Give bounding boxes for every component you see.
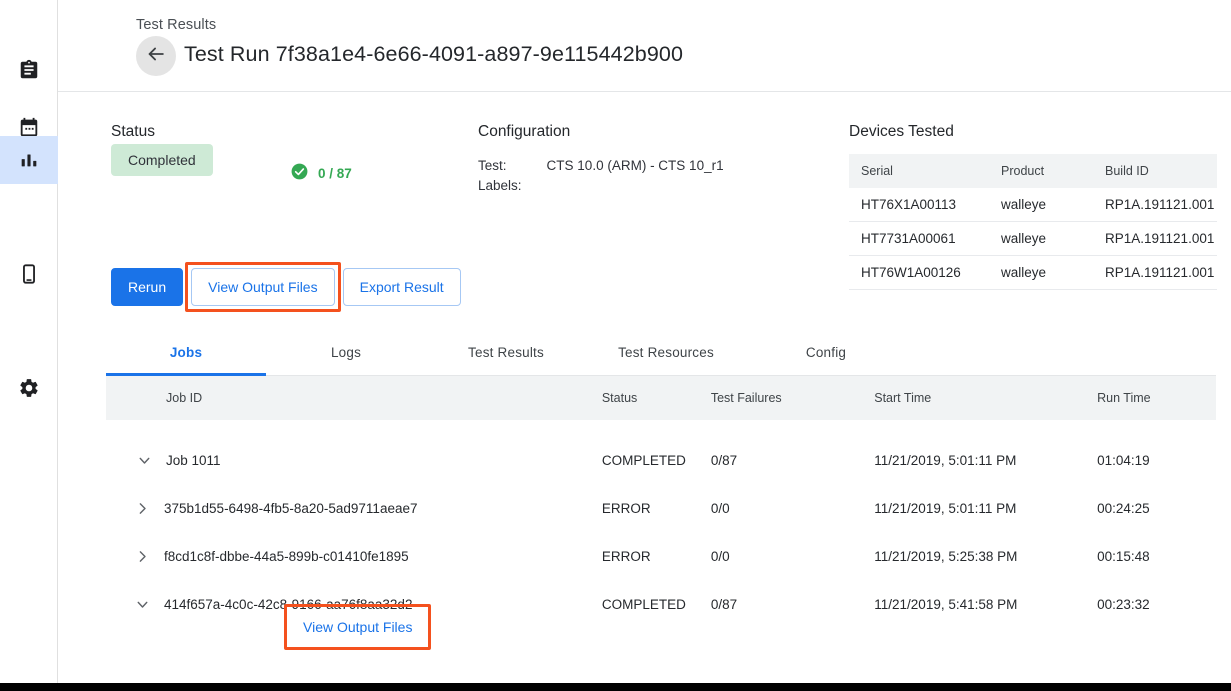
job-start-time: 11/21/2019, 5:41:58 PM [874, 597, 1097, 612]
table-row: HT76X1A00113 walleye RP1A.191121.001 [849, 188, 1217, 222]
table-row: HT7731A00061 walleye RP1A.191121.001 [849, 222, 1217, 256]
arrow-left-icon [145, 43, 167, 70]
back-button[interactable] [136, 36, 176, 76]
sidebar-item-devices[interactable] [0, 250, 58, 298]
job-start-time: 11/21/2019, 5:25:38 PM [874, 549, 1097, 564]
job-start-time: 11/21/2019, 5:01:11 PM [874, 501, 1097, 516]
job-test-failures: 0/0 [711, 501, 874, 516]
job-run-time: 00:15:48 [1097, 549, 1216, 564]
view-output-files-highlight: View Output Files [185, 262, 340, 312]
check-circle-icon [290, 162, 309, 184]
table-row[interactable]: 375b1d55-6498-4fb5-8a20-5ad9711aeae7 ERR… [106, 484, 1216, 532]
job-run-time: 00:24:25 [1097, 501, 1216, 516]
tab-logs[interactable]: Logs [266, 329, 426, 375]
page-header: Test Results Test Run 7f38a1e4-6e66-4091… [58, 0, 1231, 92]
table-row[interactable]: f8cd1c8f-dbbe-44a5-899b-c01410fe1895 ERR… [106, 532, 1216, 580]
left-nav-rail [0, 0, 58, 683]
calendar-icon [18, 116, 40, 138]
tab-test-resources[interactable]: Test Resources [586, 329, 746, 375]
breadcrumb[interactable]: Test Results [136, 17, 216, 33]
phone-icon [18, 263, 40, 285]
chevron-right-icon[interactable] [128, 542, 156, 570]
job-status: ERROR [602, 501, 711, 516]
main-content: Status Completed 0 / 87 Configuration Te… [58, 92, 1231, 683]
export-result-button[interactable]: Export Result [343, 268, 461, 306]
devices-tested-heading: Devices Tested [849, 123, 954, 141]
status-badge: Completed [111, 144, 213, 176]
device-serial: HT76W1A00126 [849, 256, 989, 290]
config-value: CTS 10.0 (ARM) - CTS 10_r1 [547, 156, 724, 176]
view-output-files-button[interactable]: View Output Files [191, 268, 334, 306]
device-build-id: RP1A.191121.001 [1093, 256, 1217, 290]
bottom-bar [0, 683, 1231, 691]
config-value [547, 176, 724, 196]
config-key: Test: [478, 156, 547, 176]
sidebar-item-settings[interactable] [0, 364, 58, 412]
device-serial: HT76X1A00113 [849, 188, 989, 222]
device-build-id: RP1A.191121.001 [1093, 188, 1217, 222]
jobs-col-test-failures: Test Failures [711, 391, 874, 405]
job-view-output-files-highlight: View Output Files [284, 604, 431, 650]
job-id: f8cd1c8f-dbbe-44a5-899b-c01410fe1895 [164, 549, 409, 564]
job-id: Job 1011 [166, 453, 221, 468]
config-key: Labels: [478, 176, 547, 196]
device-product: walleye [989, 222, 1093, 256]
clipboard-icon [18, 59, 40, 81]
jobs-col-run-time: Run Time [1097, 391, 1216, 405]
jobs-table: Job ID Status Test Failures Start Time R… [106, 376, 1216, 628]
job-start-time: 11/21/2019, 5:01:11 PM [874, 453, 1097, 468]
device-product: walleye [989, 188, 1093, 222]
job-id: 375b1d55-6498-4fb5-8a20-5ad9711aeae7 [164, 501, 417, 516]
status-heading: Status [111, 123, 155, 141]
devices-header-row: Serial Product Build ID [849, 154, 1217, 188]
devices-col-build-id: Build ID [1093, 154, 1217, 188]
sidebar-item-test-results[interactable] [0, 136, 58, 184]
chevron-right-icon[interactable] [128, 494, 156, 522]
job-view-output-files-link[interactable]: View Output Files [290, 610, 425, 644]
test-pass-count: 0 / 87 [290, 162, 352, 184]
device-build-id: RP1A.191121.001 [1093, 222, 1217, 256]
devices-tested-table: Serial Product Build ID HT76X1A00113 wal… [849, 154, 1217, 290]
jobs-col-start-time: Start Time [874, 391, 1097, 405]
job-run-time: 00:23:32 [1097, 597, 1216, 612]
job-status: COMPLETED [602, 597, 711, 612]
jobs-header-row: Job ID Status Test Failures Start Time R… [106, 376, 1216, 420]
job-test-failures: 0/87 [711, 597, 874, 612]
job-test-failures: 0/87 [711, 453, 874, 468]
table-row[interactable]: Job 1011 COMPLETED 0/87 11/21/2019, 5:01… [106, 436, 1216, 484]
config-row: Labels: [478, 176, 724, 196]
rerun-button[interactable]: Rerun [111, 268, 183, 306]
chevron-down-icon[interactable] [130, 446, 158, 474]
page-title: Test Run 7f38a1e4-6e66-4091-a897-9e11544… [184, 42, 683, 67]
table-row: HT76W1A00126 walleye RP1A.191121.001 [849, 256, 1217, 290]
tab-test-results[interactable]: Test Results [426, 329, 586, 375]
job-run-time: 01:04:19 [1097, 453, 1216, 468]
test-run-page: Test Results Test Run 7f38a1e4-6e66-4091… [0, 0, 1231, 691]
devices-col-serial: Serial [849, 154, 989, 188]
table-row[interactable]: 414f657a-4c0c-42c8-9166-aa76f8aa32d2 COM… [106, 580, 1216, 628]
tab-config[interactable]: Config [746, 329, 906, 375]
job-test-failures: 0/0 [711, 549, 874, 564]
configuration-heading: Configuration [478, 123, 570, 141]
device-serial: HT7731A00061 [849, 222, 989, 256]
bar-chart-icon [18, 149, 40, 171]
tab-jobs[interactable]: Jobs [106, 329, 266, 375]
chevron-down-icon[interactable] [128, 590, 156, 618]
config-row: Test: CTS 10.0 (ARM) - CTS 10_r1 [478, 156, 724, 176]
jobs-col-status: Status [602, 391, 711, 405]
job-status: ERROR [602, 549, 711, 564]
action-button-bar: Rerun View Output Files Export Result [111, 262, 461, 312]
sidebar-item-test-suites[interactable] [0, 46, 58, 94]
devices-col-product: Product [989, 154, 1093, 188]
tab-bar: Jobs Logs Test Results Test Resources Co… [106, 330, 1216, 376]
gear-icon [18, 377, 40, 399]
configuration-list: Test: CTS 10.0 (ARM) - CTS 10_r1 Labels: [478, 156, 724, 196]
test-pass-count-label: 0 / 87 [318, 166, 352, 181]
job-status: COMPLETED [602, 453, 711, 468]
device-product: walleye [989, 256, 1093, 290]
jobs-col-job-id: Job ID [106, 391, 602, 405]
